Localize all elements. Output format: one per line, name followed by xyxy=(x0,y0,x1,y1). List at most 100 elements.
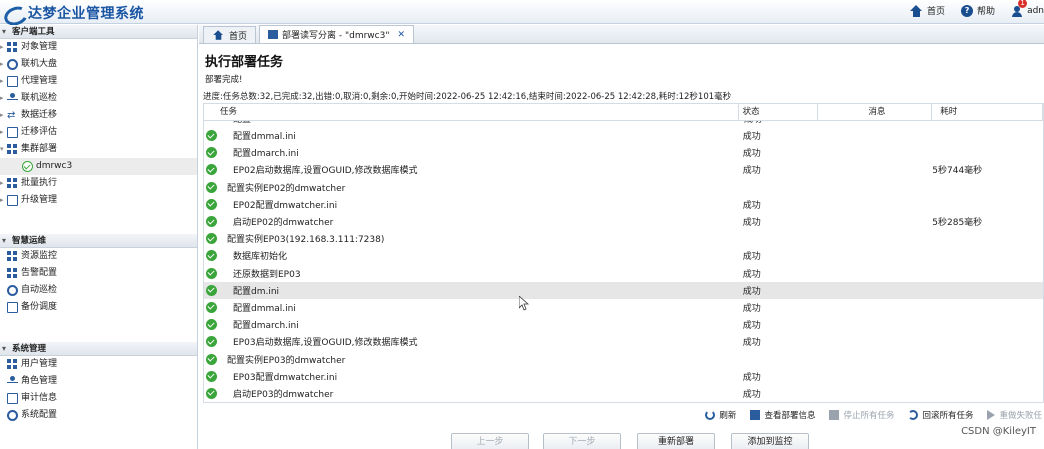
check-circle-icon xyxy=(22,161,33,172)
sidebar-item-cluster-deploy[interactable]: ▾ 集群部署 xyxy=(0,141,197,158)
table-row[interactable]: EP02启动数据库,设置OGUID,修改数据库模式 成功 5秒744毫秒 xyxy=(204,161,1043,178)
sidebar-item-label: 审计信息 xyxy=(21,393,58,403)
tab-label: 首页 xyxy=(229,31,248,42)
table-row[interactable]: 还原数据到EP03 成功 xyxy=(204,265,1043,282)
sidebar-item-label: 告警配置 xyxy=(21,268,58,278)
refresh-button[interactable]: 刷新 xyxy=(705,409,736,421)
success-check-icon xyxy=(206,370,217,382)
table-row[interactable]: 配置实例EP03的dmwatcher xyxy=(204,350,1043,367)
sidebar-item-label: 资源监控 xyxy=(21,251,58,261)
sidebar-item-migration-assessment[interactable]: ▸ 迁移评估 xyxy=(0,124,197,141)
sidebar-item-alert-config[interactable]: 告警配置 xyxy=(0,265,197,282)
close-icon[interactable]: ✕ xyxy=(397,30,405,40)
task-name: EP02启动数据库,设置OGUID,修改数据库模式 xyxy=(233,166,418,177)
task-state: 成功 xyxy=(742,149,761,160)
sidebar-item-label: 迁移评估 xyxy=(21,127,58,137)
table-row[interactable]: 启动EP02的dmwatcher 成功 5秒285毫秒 xyxy=(204,213,1043,230)
sidebar-item-agent-management[interactable]: ▸ 代理管理 xyxy=(0,73,197,90)
prev-step-button[interactable]: 上一步 xyxy=(451,433,529,449)
help-icon: ? xyxy=(961,4,974,17)
sidebar-item-online-inspection[interactable]: ▸ 联机巡检 xyxy=(0,90,197,107)
tab-home[interactable]: 首页 xyxy=(203,26,257,43)
dameng-logo-icon xyxy=(4,5,26,21)
main-panel: 首页 部署读写分离 - "dmrwc3" ✕ 执行部署任务 部署完成! 进度:任… xyxy=(199,25,1044,449)
rollback-all-button[interactable]: 回滚所有任务 xyxy=(908,409,973,421)
task-state: 成功 xyxy=(742,166,761,177)
sidebar-item-label: dmrwc3 xyxy=(36,161,73,171)
task-state: 成功 xyxy=(742,321,761,332)
add-to-monitor-button[interactable]: 添加到监控 xyxy=(731,433,809,449)
retry-failed-button[interactable]: 重做失败任 xyxy=(987,409,1042,421)
table-row[interactable]: EP03配置dmwatcher.ini 成功 xyxy=(204,368,1043,385)
app-title: 达梦企业管理系统 xyxy=(28,6,144,22)
task-duration: 5秒285毫秒 xyxy=(932,218,983,229)
table-icon xyxy=(750,409,761,420)
sidebar-item-user-management[interactable]: 用户管理 xyxy=(0,356,197,373)
stop-all-button[interactable]: 停止所有任务 xyxy=(829,409,894,421)
table-row[interactable]: 配置dmarch.ini 成功 xyxy=(204,316,1043,333)
grid-toolbar: 刷新 查看部署信息 停止所有任务 回滚所有任务 重做失败任 xyxy=(203,406,1044,423)
user-icon xyxy=(7,376,18,387)
sidebar-item-online-dashboard[interactable]: ▸ 联机大盘 xyxy=(0,56,197,73)
section-client-tools[interactable]: 客户端工具 xyxy=(0,25,197,39)
task-duration: 5秒744毫秒 xyxy=(932,166,983,177)
sidebar-item-backup-schedule[interactable]: 备份调度 xyxy=(0,299,197,316)
table-row[interactable]: 配置dmmal.ini 成功 xyxy=(204,299,1043,316)
table-row[interactable]: 配置实例EP02的dmwatcher xyxy=(204,179,1043,196)
stop-icon xyxy=(829,409,840,420)
tab-deploy-rw-split[interactable]: 部署读写分离 - "dmrwc3" ✕ xyxy=(259,25,415,43)
next-step-button[interactable]: 下一步 xyxy=(543,433,621,449)
section-system-management[interactable]: 系统管理 xyxy=(0,342,197,356)
table-row[interactable]: 配置实例EP03(192.168.3.111:7238) xyxy=(204,230,1043,247)
task-state: 成功 xyxy=(742,269,761,280)
success-check-icon xyxy=(206,284,217,296)
table-row[interactable]: 启动EP03的dmwatcher 成功 xyxy=(204,385,1043,402)
redeploy-button[interactable]: 重新部署 xyxy=(637,433,715,449)
column-header-state[interactable]: 状态 xyxy=(739,104,819,120)
header-help-link[interactable]: ? 帮助 xyxy=(961,4,995,17)
stop-all-label: 停止所有任务 xyxy=(843,410,895,421)
success-check-icon xyxy=(206,250,217,262)
task-state: 成功 xyxy=(742,338,761,349)
refresh-icon xyxy=(705,409,716,420)
grid-icon xyxy=(7,144,18,155)
table-row[interactable]: 配置dmarch.ini 成功 xyxy=(204,144,1043,161)
sidebar-item-resource-monitor[interactable]: 资源监控 xyxy=(0,248,197,265)
header-home-link[interactable]: 首页 xyxy=(910,4,945,17)
doc-icon xyxy=(7,195,18,206)
sidebar-item-role-management[interactable]: 角色管理 xyxy=(0,373,197,390)
app-header: 达梦企业管理系统 首页 ? 帮助 1 adn xyxy=(0,0,1044,24)
table-row[interactable]: EP03启动数据库,设置OGUID,修改数据库模式 成功 xyxy=(204,333,1043,350)
grid-icon xyxy=(7,178,18,189)
column-header-task[interactable]: 任务 xyxy=(204,104,739,120)
refresh-label: 刷新 xyxy=(719,410,737,421)
doc-icon xyxy=(7,76,18,87)
progress-summary: 进度:任务总数:32,已完成:32,出错:0,取消:0,剩余:0,开始时间:20… xyxy=(203,92,732,102)
success-check-icon xyxy=(206,147,217,159)
task-name: 配置dmarch.ini xyxy=(233,149,299,160)
page-title: 执行部署任务 xyxy=(205,55,284,70)
table-row[interactable]: 数据库初始化 成功 xyxy=(204,247,1043,264)
arrows-icon: ⇄ xyxy=(7,110,16,121)
sidebar-item-object-management[interactable]: ▸ 对象管理 xyxy=(0,39,197,56)
table-row[interactable]: 配置dmmal.ini 成功 xyxy=(204,127,1043,144)
grid-body[interactable]: 配置 成功 配置dmmal.ini成功配置dmarch.ini成功EP02启动数… xyxy=(204,121,1043,402)
sidebar-subitem-dmrwc3[interactable]: dmrwc3 xyxy=(0,158,197,175)
table-row[interactable]: 配置dm.ini 成功 xyxy=(204,281,1043,299)
table-row[interactable]: EP02配置dmwatcher.ini 成功 xyxy=(204,196,1043,213)
column-header-duration[interactable]: 耗时 xyxy=(932,104,1043,120)
rollback-icon xyxy=(908,409,919,420)
sidebar-item-audit-info[interactable]: 审计信息 xyxy=(0,390,197,407)
view-deploy-info-button[interactable]: 查看部署信息 xyxy=(750,409,815,421)
sidebar-item-system-config[interactable]: 系统配置 xyxy=(0,407,197,424)
header-user-menu[interactable]: 1 adn xyxy=(1011,0,1044,17)
sidebar-item-data-migration[interactable]: ▸ ⇄ 数据迁移 xyxy=(0,107,197,124)
sidebar-item-auto-inspection[interactable]: 自动巡检 xyxy=(0,282,197,299)
success-check-icon xyxy=(206,319,217,331)
column-header-message[interactable]: 消息 xyxy=(818,104,933,120)
sidebar-item-upgrade-management[interactable]: ▸ 升级管理 xyxy=(0,192,197,209)
section-smart-ops[interactable]: 智慧运维 xyxy=(0,234,197,248)
gauge-icon xyxy=(7,59,18,70)
task-grid: 任务 状态 消息 耗时 配置 成功 配置dmmal.ini成功配置dmarch.… xyxy=(203,103,1044,403)
sidebar-item-batch-exec[interactable]: ▸ 批量执行 xyxy=(0,175,197,192)
